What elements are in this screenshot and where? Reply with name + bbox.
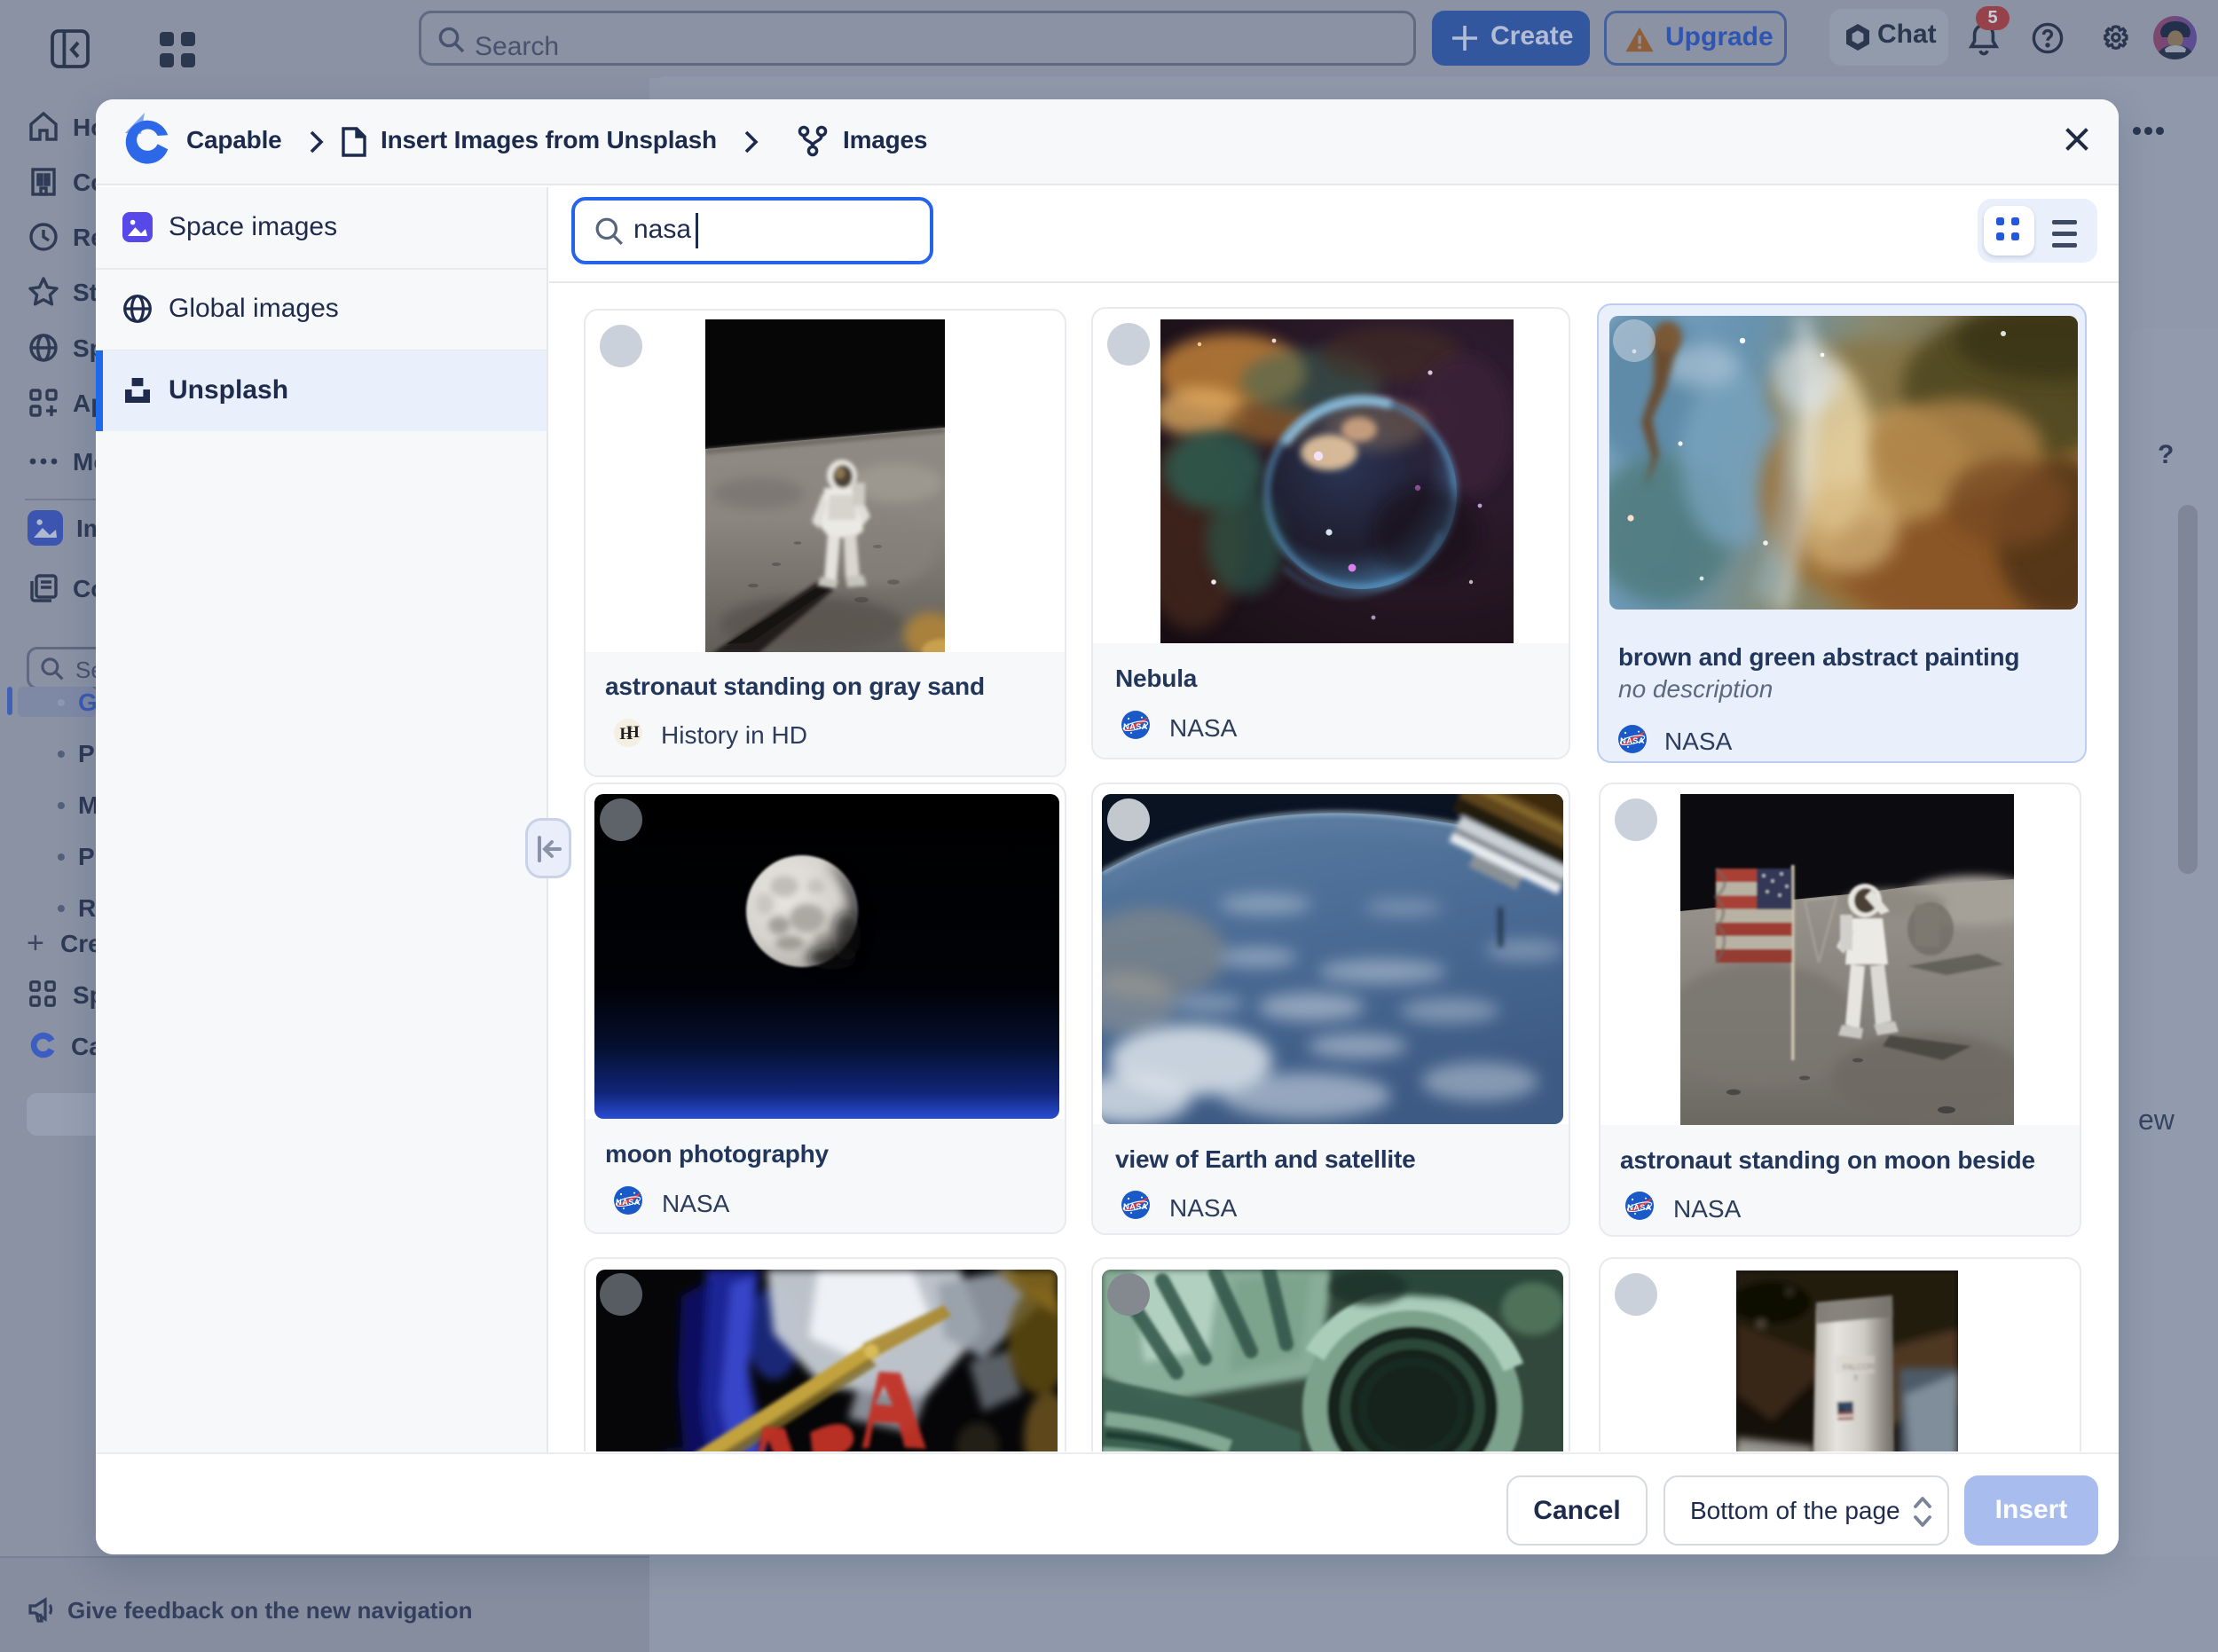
svg-text:FALCON: FALCON xyxy=(1843,1362,1875,1372)
svg-text:9: 9 xyxy=(1853,1373,1858,1382)
